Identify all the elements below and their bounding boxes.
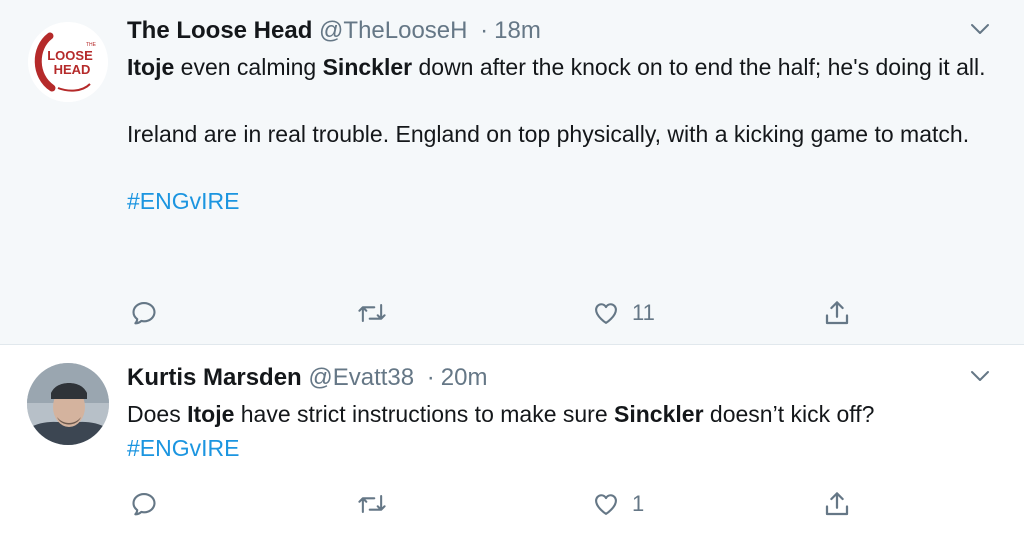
like-button[interactable]: 11 [592, 296, 655, 330]
share-button[interactable] [822, 487, 852, 521]
retweet-button[interactable] [356, 296, 388, 330]
tweet-actions: 11 [0, 296, 1024, 330]
chevron-down-icon[interactable] [970, 22, 990, 36]
author-handle[interactable]: @TheLooseH [319, 17, 467, 44]
text-span: Does [127, 401, 188, 427]
hashtag-link[interactable]: #ENGvIRE [127, 435, 239, 461]
author-name[interactable]: Kurtis Marsden [127, 364, 302, 391]
avatar-kurtis-marsden[interactable] [27, 363, 109, 445]
retweet-icon [358, 303, 386, 323]
loose-head-logo: THE LOOSE HEAD [28, 22, 108, 102]
reply-icon [132, 302, 156, 325]
share-icon [825, 492, 849, 516]
reply-icon [132, 493, 156, 516]
like-button[interactable]: 1 [592, 487, 644, 521]
tweet-hashtag-line: #ENGvIRE [127, 431, 997, 465]
retweet-icon [358, 494, 386, 514]
text-span: doesn’t kick off? [703, 401, 875, 427]
mention-bold: Sinckler [614, 401, 704, 427]
mention-bold: Itoje [187, 401, 235, 427]
mention-bold: Sinckler [322, 54, 413, 80]
tweet-paragraph-1: Itoje even calming Sinckler down after t… [127, 50, 997, 84]
tweet-hashtag-line: #ENGvIRE [127, 184, 997, 218]
logo-line-2: HEAD [54, 62, 91, 77]
tweet-time[interactable]: 18m [494, 17, 541, 44]
tweet-text: Does Itoje have strict instructions to m… [127, 397, 997, 465]
like-count: 1 [632, 491, 645, 516]
chevron-down-icon[interactable] [970, 369, 990, 383]
reply-button[interactable] [130, 487, 158, 521]
profile-photo [27, 363, 109, 445]
text-span: down after the knock on to end the half;… [412, 54, 986, 80]
mention-bold: Itoje [127, 54, 175, 80]
tweet-header: Kurtis Marsden @Evatt38 · 20m [127, 361, 487, 395]
text-span: have strict instructions to make sure [234, 401, 615, 427]
tweet-time[interactable]: 20m [441, 364, 488, 391]
like-count: 11 [632, 300, 655, 325]
text-span: even calming [174, 54, 323, 80]
tweet-the-loose-head[interactable]: THE LOOSE HEAD The Loose Head @TheLooseH… [0, 0, 1024, 345]
separator-dot: · [426, 364, 435, 391]
author-handle[interactable]: @Evatt38 [308, 364, 414, 391]
tweet-text: Itoje even calming Sinckler down after t… [127, 50, 997, 218]
logo-line-1: LOOSE [47, 48, 93, 63]
tweet-paragraph-1: Does Itoje have strict instructions to m… [127, 397, 997, 431]
avatar-the-loose-head[interactable]: THE LOOSE HEAD [28, 22, 108, 102]
separator-dot: · [480, 17, 489, 44]
share-button[interactable] [822, 296, 852, 330]
tweet-actions: 1 [0, 487, 1024, 521]
tweet-header: The Loose Head @TheLooseH · 18m [127, 14, 541, 48]
like-icon [595, 303, 617, 324]
retweet-button[interactable] [356, 487, 388, 521]
like-icon [595, 494, 617, 515]
tweet-kurtis-marsden[interactable]: Kurtis Marsden @Evatt38 · 20m Does Itoje … [0, 345, 1024, 541]
tweet-paragraph-2: Ireland are in real trouble. England on … [127, 121, 970, 147]
author-name[interactable]: The Loose Head [127, 17, 312, 44]
share-icon [825, 301, 849, 325]
hashtag-link[interactable]: #ENGvIRE [127, 188, 239, 214]
reply-button[interactable] [130, 296, 158, 330]
